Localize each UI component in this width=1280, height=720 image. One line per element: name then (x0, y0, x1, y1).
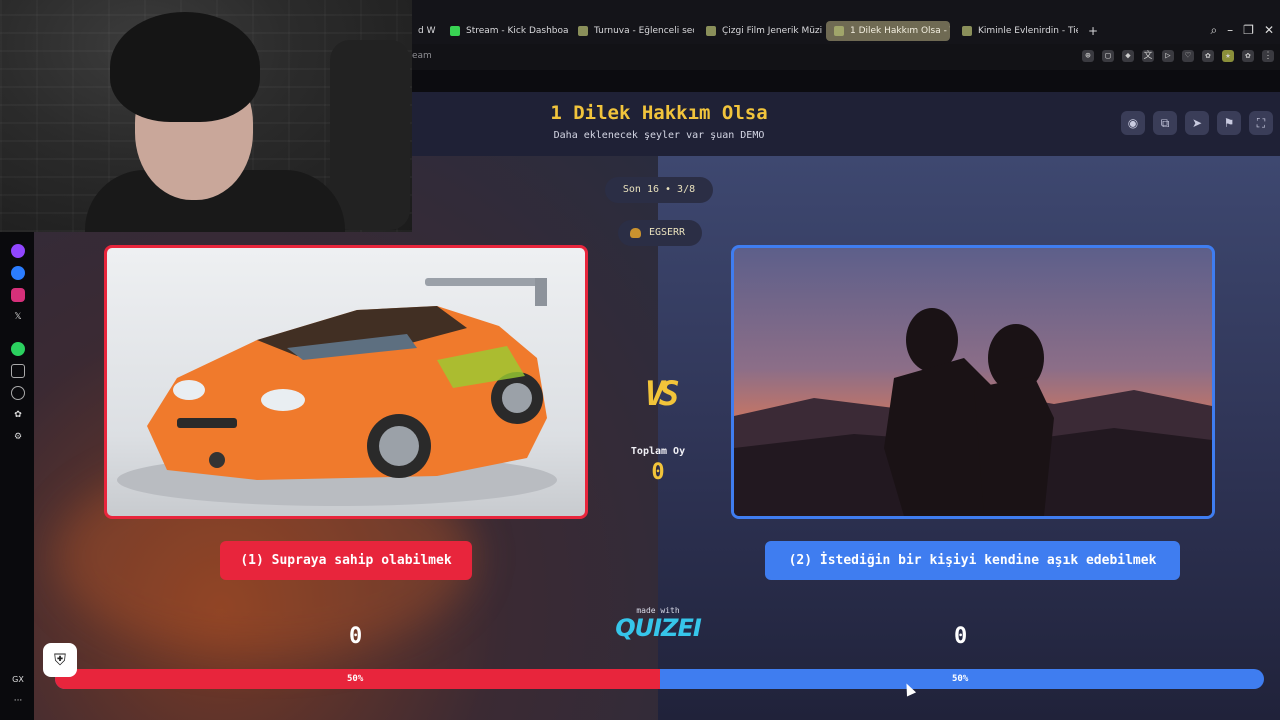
tab-title: Çizgi Film Jenerik Müzikle (722, 26, 822, 36)
extension-icon[interactable]: ✿ (1242, 50, 1254, 62)
translate-icon[interactable]: 文 (1142, 50, 1154, 62)
extensions-icon[interactable]: ✿ (11, 408, 25, 422)
option-1-percent: 50% (347, 674, 364, 684)
browser-tab[interactable]: Çizgi Film Jenerik Müzikle (698, 21, 822, 41)
shield-icon[interactable]: ◆ (1122, 50, 1134, 62)
option-2-button[interactable]: (2) İstediğin bir kişiyi kendine aşık ed… (765, 541, 1180, 580)
extension-icon[interactable]: ✿ (1202, 50, 1214, 62)
window-controls: ⌕ – ❐ ✕ (1210, 23, 1274, 38)
site-favicon-icon (834, 26, 844, 36)
chair (330, 40, 410, 230)
eye-icon[interactable]: ◉ (1121, 111, 1145, 135)
send-icon[interactable]: ➤ (1185, 111, 1209, 135)
messenger-icon[interactable] (11, 266, 25, 280)
minimize-icon[interactable]: – (1227, 23, 1233, 38)
couple-sunset-image (734, 308, 1212, 516)
tab-title: Stream - Kick Dashboard (466, 26, 568, 36)
option-2-percent: 50% (952, 674, 969, 684)
history-icon[interactable] (11, 386, 25, 400)
quizei-logo[interactable]: QUIZEI (608, 614, 708, 642)
twitch-icon[interactable] (11, 244, 25, 258)
option-1-vote-count: 0 (349, 624, 363, 649)
extension-icons: ⊕ ▢ ◆ 文 ▷ ♡ ✿ ★ ✿ ⋮ (1082, 50, 1274, 62)
option-1-image-card[interactable] (104, 245, 588, 519)
browser-tab[interactable]: Stream - Kick Dashboard (442, 21, 568, 41)
extension-icon[interactable]: ★ (1222, 50, 1234, 62)
spotify-icon[interactable] (11, 342, 25, 356)
share-icon[interactable]: ⧉ (1153, 111, 1177, 135)
url-text[interactable]: eam (412, 51, 432, 61)
snapshot-icon[interactable]: ▢ (1102, 50, 1114, 62)
instagram-icon[interactable] (11, 288, 25, 302)
site-favicon-icon (706, 26, 716, 36)
search-icon[interactable]: ⌕ (1210, 23, 1217, 38)
option-2-vote-count: 0 (954, 624, 968, 649)
round-indicator: Son 16 • 3/8 (605, 177, 713, 203)
burger-icon (630, 228, 641, 238)
browser-tab[interactable]: Kiminle Evlenirdin - Tier L (954, 21, 1078, 41)
flag-icon[interactable]: ⚑ (1217, 111, 1241, 135)
x-icon[interactable]: 𝕏 (11, 310, 25, 324)
gx-corner-label[interactable]: GX (9, 673, 27, 687)
webcam-overlay (0, 0, 412, 232)
close-icon[interactable]: ✕ (1264, 23, 1274, 38)
browser-tab-active[interactable]: 1 Dilek Hakkım Olsa - Tie (826, 21, 950, 41)
fullscreen-icon[interactable]: ⛶ (1249, 111, 1273, 135)
plus-icon: + (1088, 24, 1099, 38)
option-2-image-card[interactable] (731, 245, 1215, 519)
total-votes-label: Toplam Oy (630, 446, 686, 457)
total-votes-value: 0 (651, 460, 665, 485)
site-favicon-icon (962, 26, 972, 36)
option-1-button[interactable]: (1) Supraya sahip olabilmek (220, 541, 472, 580)
more-icon[interactable]: ··· (11, 694, 25, 708)
streamer-hair (110, 12, 260, 122)
orange-sports-car-image (117, 278, 557, 506)
shield-button[interactable]: ⛨ (43, 643, 77, 677)
settings-icon[interactable]: ⚙ (11, 430, 25, 444)
new-tab-button[interactable]: + (1080, 21, 1100, 41)
username: EGSERR (648, 227, 686, 238)
vs-badge: VS (644, 374, 680, 414)
user-badge: EGSERR (618, 220, 702, 246)
kick-icon (450, 26, 460, 36)
tab-title: d W (418, 26, 436, 36)
browser-tab[interactable]: d W (410, 21, 438, 41)
vote-progress-bar: 50% 50% (55, 669, 1264, 689)
tab-title: Turnuva - Eğlenceli seçim (594, 26, 694, 36)
maximize-icon[interactable]: ❐ (1243, 23, 1254, 38)
browser-tab[interactable]: Turnuva - Eğlenceli seçim (570, 21, 694, 41)
menu-icon[interactable]: ⋮ (1262, 50, 1274, 62)
bookmark-icon[interactable]: ⊕ (1082, 50, 1094, 62)
site-favicon-icon (578, 26, 588, 36)
tab-title: Kiminle Evlenirdin - Tier L (978, 26, 1078, 36)
play-icon[interactable]: ▷ (1162, 50, 1174, 62)
heart-icon[interactable]: ♡ (1182, 50, 1194, 62)
wallet-icon[interactable] (11, 364, 25, 378)
tab-title: 1 Dilek Hakkım Olsa - Tie (850, 26, 950, 36)
